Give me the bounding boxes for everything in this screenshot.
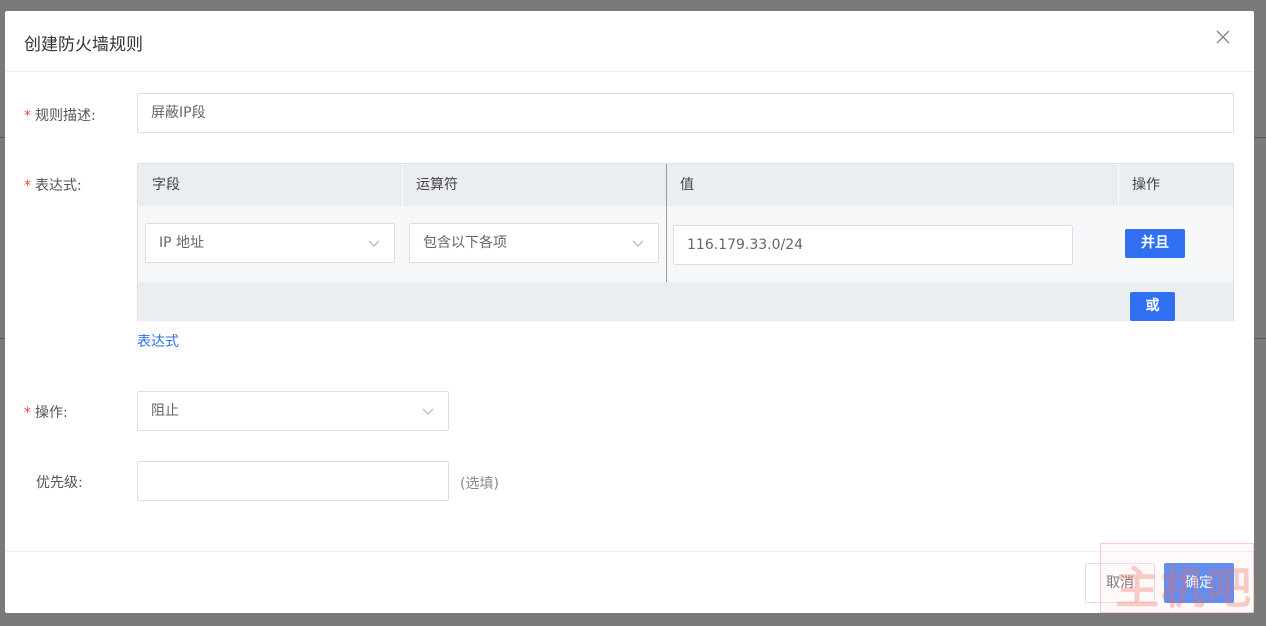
create-firewall-rule-dialog: 创建防火墙规则 * 规则描述: 屏蔽IP段 * 表达式: 字段 运算符 值 操作 I…	[5, 11, 1254, 613]
operator-select-value: 包含以下各项	[423, 235, 507, 251]
description-label: * 规则描述:	[24, 108, 96, 124]
required-mark: *	[24, 405, 31, 421]
description-input[interactable]: 屏蔽IP段	[137, 93, 1234, 133]
action-label: * 操作:	[24, 405, 68, 421]
chevron-down-icon	[632, 240, 644, 247]
dialog-header: 创建防火墙规则	[5, 11, 1254, 72]
expression-label: * 表达式:	[24, 178, 82, 194]
description-value: 屏蔽IP段	[151, 105, 206, 121]
chevron-down-icon	[422, 408, 434, 415]
table-header: 字段 运算符 值 操作	[138, 164, 1233, 206]
add-expression-link[interactable]: 表达式	[137, 331, 179, 351]
optional-hint: (选填)	[460, 476, 499, 492]
expression-table: 字段 运算符 值 操作 IP 地址 包含以下各项 116.179.33.0/24	[137, 163, 1234, 321]
action-select[interactable]: 阻止	[137, 391, 449, 431]
cancel-button[interactable]: 取消	[1085, 563, 1155, 603]
confirm-button[interactable]: 确定	[1164, 563, 1234, 603]
dialog-title: 创建防火墙规则	[24, 35, 143, 55]
required-mark: *	[24, 178, 31, 194]
priority-input[interactable]	[137, 461, 449, 501]
action-select-value: 阻止	[151, 403, 179, 419]
column-header-field: 字段	[152, 177, 180, 193]
background-line	[1254, 338, 1266, 339]
column-divider	[666, 164, 667, 282]
field-select-value: IP 地址	[159, 235, 205, 251]
priority-label: 优先级:	[36, 475, 83, 491]
operator-select[interactable]: 包含以下各项	[409, 223, 659, 263]
dialog-footer: 取消 确定	[5, 551, 1254, 613]
value-input[interactable]: 116.179.33.0/24	[673, 225, 1073, 265]
chevron-down-icon	[368, 240, 380, 247]
required-mark: *	[24, 108, 31, 124]
column-header-value: 值	[680, 177, 694, 193]
table-footer: 或	[138, 282, 1233, 321]
column-header-operator: 运算符	[416, 177, 458, 193]
column-header-actions: 操作	[1132, 177, 1160, 193]
close-icon[interactable]	[1214, 28, 1232, 46]
field-select[interactable]: IP 地址	[145, 223, 395, 263]
background-line	[1254, 137, 1266, 138]
table-row: IP 地址 包含以下各项 116.179.33.0/24 并且	[138, 206, 1233, 282]
and-button[interactable]: 并且	[1125, 229, 1185, 258]
value-input-text: 116.179.33.0/24	[687, 237, 804, 253]
header-divider	[402, 164, 403, 206]
or-button[interactable]: 或	[1130, 292, 1175, 321]
header-divider	[1118, 164, 1119, 206]
